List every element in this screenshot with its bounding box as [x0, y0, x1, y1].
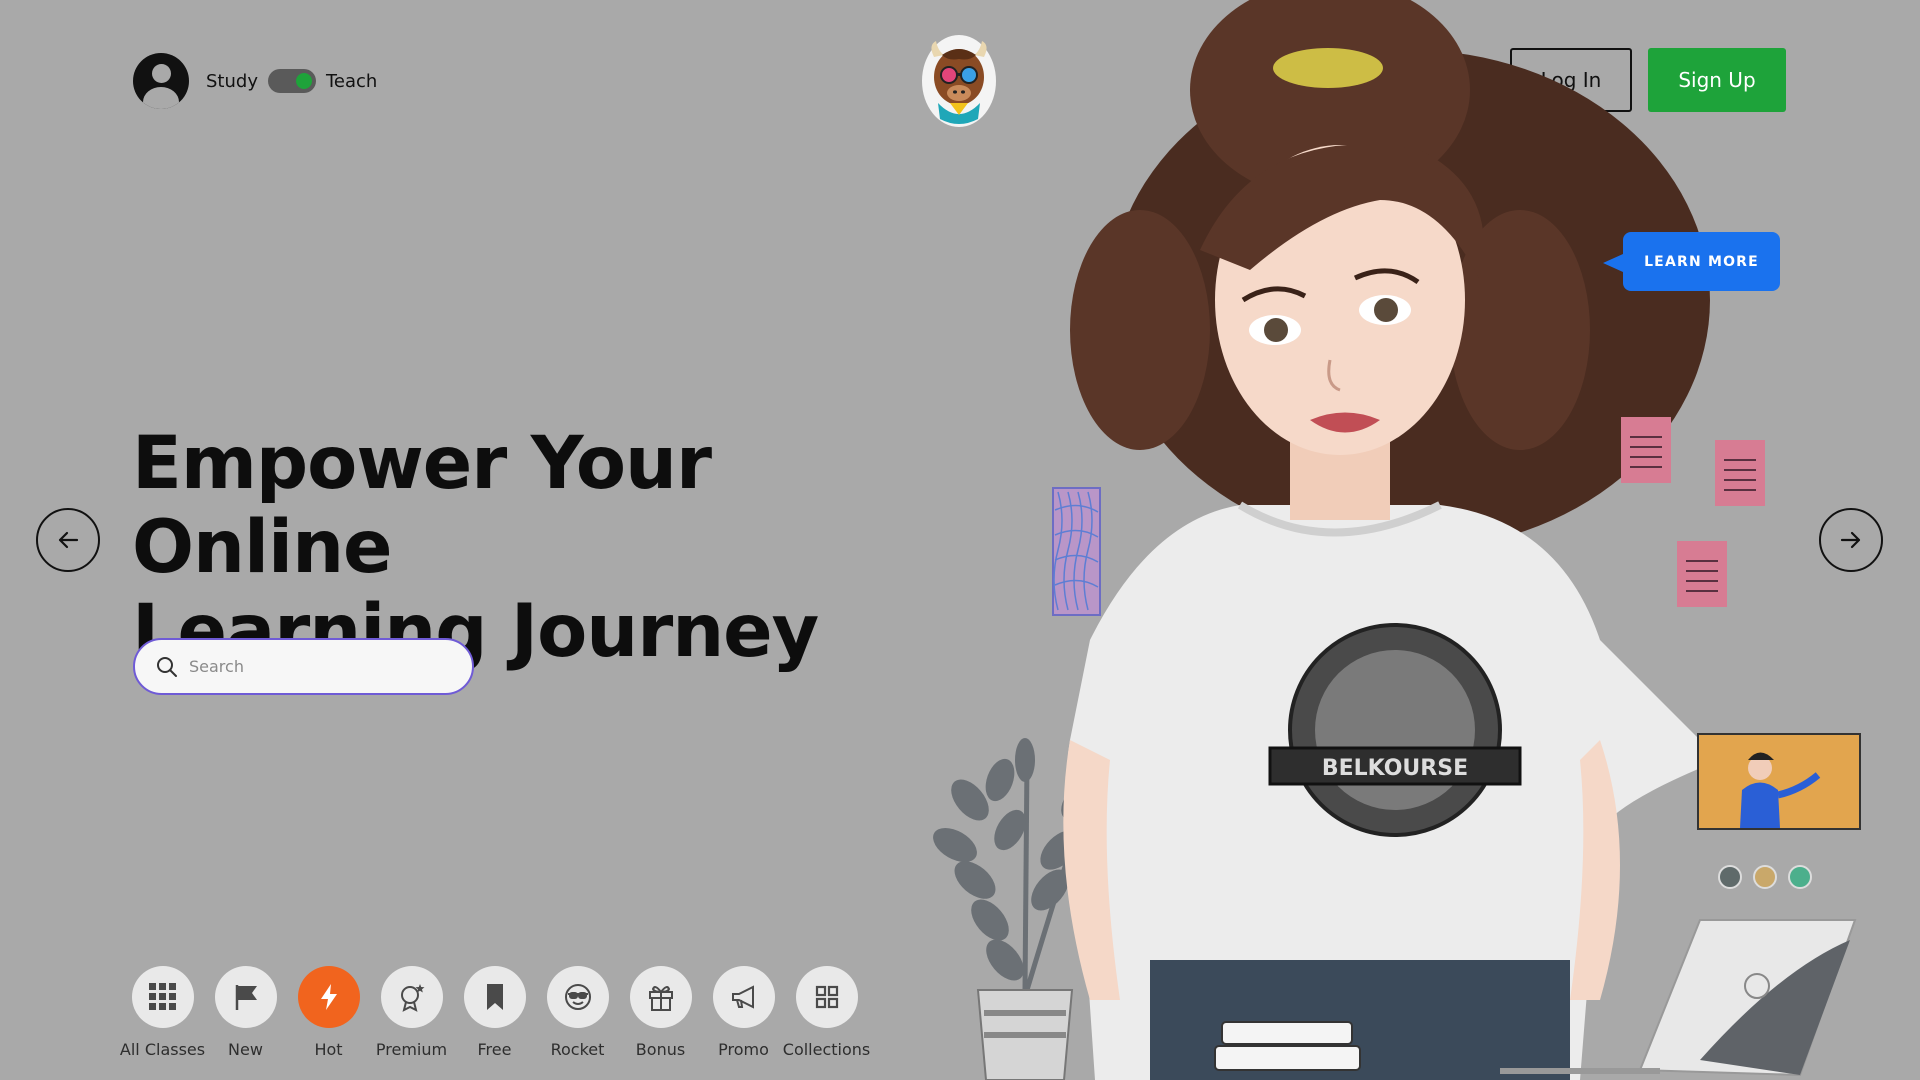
previous-slide-button[interactable] — [36, 508, 100, 572]
category-bar: All Classes New Hot Premium Free Rocket … — [119, 966, 871, 1059]
user-avatar-icon[interactable] — [133, 53, 189, 109]
arrow-left-icon — [58, 531, 79, 549]
sunglasses-face-icon — [564, 984, 591, 1010]
category-label: Bonus — [635, 1040, 686, 1059]
learn-more-button[interactable]: LEARN MORE — [1603, 232, 1780, 291]
category-label: All Classes — [119, 1040, 206, 1059]
search-input[interactable] — [189, 657, 459, 676]
teach-mode-label: Teach — [325, 70, 378, 92]
category-bonus[interactable]: Bonus — [619, 966, 702, 1059]
category-free[interactable]: Free — [453, 966, 536, 1059]
sticky-notes — [1621, 417, 1765, 607]
hero-illustration: BELKOURSE — [933, 0, 1861, 1080]
arrow-right-icon — [1840, 531, 1861, 549]
category-collections[interactable]: Collections — [782, 966, 871, 1059]
collection-grid-icon — [815, 985, 838, 1009]
study-mode-label: Study — [206, 70, 258, 92]
lightning-icon — [320, 984, 337, 1010]
bookmark-icon — [486, 984, 503, 1010]
next-slide-button[interactable] — [1819, 508, 1883, 572]
svg-text:BELKOURSE: BELKOURSE — [1322, 756, 1468, 781]
theme-dot-2[interactable] — [1753, 865, 1777, 889]
category-rocket[interactable]: Rocket — [536, 966, 619, 1059]
badge-star-icon — [400, 984, 424, 1012]
theme-dot-3[interactable] — [1788, 865, 1812, 889]
category-label: Hot — [314, 1040, 343, 1059]
megaphone-icon — [731, 985, 754, 1009]
hero-title: Empower Your Online Learning Journey — [132, 422, 972, 674]
gift-icon — [648, 986, 673, 1011]
category-new[interactable]: New — [204, 966, 287, 1059]
grid-icon — [148, 983, 176, 1010]
category-label: New — [228, 1040, 263, 1059]
category-hot[interactable]: Hot — [287, 966, 370, 1059]
category-all-classes[interactable]: All Classes — [119, 966, 206, 1059]
category-label: Promo — [718, 1040, 769, 1059]
theme-color-selector — [1718, 865, 1823, 889]
category-premium[interactable]: Premium — [370, 966, 453, 1059]
search-box[interactable] — [133, 638, 474, 695]
category-label: Collections — [782, 1040, 871, 1059]
category-label: Premium — [375, 1040, 448, 1059]
flag-icon — [235, 985, 257, 1010]
category-promo[interactable]: Promo — [702, 966, 785, 1059]
hero-title-line-1: Empower Your Online — [132, 421, 712, 590]
study-teach-toggle[interactable] — [267, 69, 316, 93]
category-label: Rocket — [550, 1040, 605, 1059]
account-area: Study Teach — [133, 53, 377, 109]
search-icon — [157, 656, 177, 677]
theme-dot-1[interactable] — [1718, 865, 1742, 889]
category-label: Free — [477, 1040, 512, 1059]
